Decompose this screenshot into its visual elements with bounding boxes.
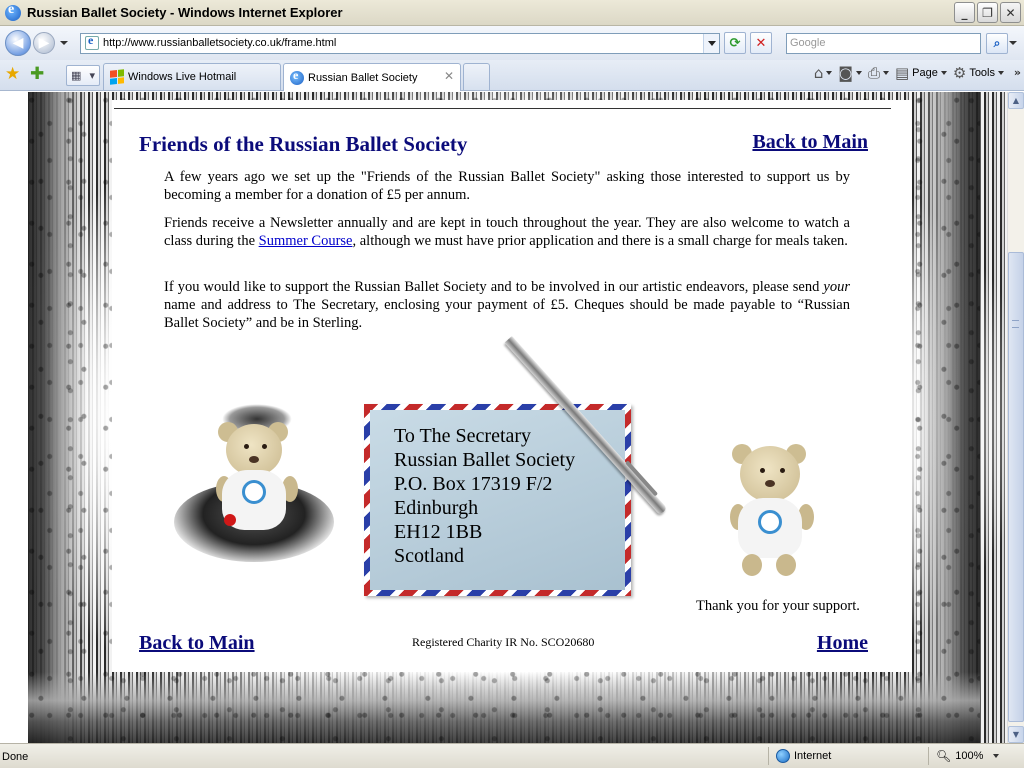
tab-russian-ballet[interactable]: Russian Ballet Society ✕ bbox=[283, 63, 461, 91]
tab-close-icon[interactable]: ✕ bbox=[444, 69, 454, 83]
globe-icon bbox=[776, 749, 790, 763]
tutu-bear-image bbox=[170, 404, 340, 584]
status-text: Done bbox=[2, 751, 29, 763]
window-titlebar: Russian Ballet Society - Windows Interne… bbox=[0, 0, 1024, 26]
newsletter-paragraph: Friends receive a Newsletter annually an… bbox=[164, 214, 850, 250]
window-controls: _ ❐ ✕ bbox=[954, 2, 1021, 23]
tools-menu-label: Tools bbox=[969, 67, 995, 79]
security-zone[interactable]: Internet bbox=[776, 749, 831, 763]
page-menu[interactable]: ▤ Page bbox=[895, 64, 947, 82]
envelope-address: To The Secretary Russian Ballet Society … bbox=[370, 410, 625, 590]
refresh-button[interactable]: ⟳ bbox=[724, 32, 746, 54]
more-chevron-icon[interactable]: » bbox=[1014, 66, 1021, 79]
zoom-magnifier-icon: 🔍︎ bbox=[936, 749, 952, 763]
left-margin bbox=[0, 92, 28, 743]
print-menu[interactable]: ⎙ bbox=[868, 64, 889, 82]
ie-logo-icon bbox=[5, 2, 21, 21]
address-dropdown-icon[interactable] bbox=[703, 33, 719, 53]
ie-icon bbox=[290, 68, 304, 85]
paragraph-text: , although we must have prior applicatio… bbox=[352, 233, 848, 249]
window-title: Russian Ballet Society - Windows Interne… bbox=[27, 5, 343, 20]
minimize-button[interactable]: _ bbox=[954, 2, 975, 23]
tab-label: Russian Ballet Society bbox=[308, 71, 418, 84]
search-input[interactable]: Google bbox=[786, 32, 981, 54]
paragraph-text: name and address to The Secretary, enclo… bbox=[164, 297, 850, 331]
page-icon bbox=[85, 33, 99, 50]
forward-button[interactable]: ▶ bbox=[33, 32, 55, 54]
search-button[interactable]: ⌕ bbox=[986, 32, 1008, 54]
page-viewport: Friends of the Russian Ballet Society Ba… bbox=[0, 92, 1007, 743]
stop-button[interactable]: ✕ bbox=[750, 32, 772, 54]
address-line: Edinburgh bbox=[394, 497, 479, 519]
maximize-button[interactable]: ❐ bbox=[977, 2, 998, 23]
printer-icon: ⎙ bbox=[867, 64, 880, 82]
tab-label: Windows Live Hotmail bbox=[128, 71, 237, 83]
home-icon: ⌂ bbox=[813, 64, 824, 82]
charity-number: Registered Charity IR No. SCO20680 bbox=[412, 635, 595, 649]
search-options-dropdown[interactable] bbox=[1008, 33, 1018, 54]
zoom-dropdown-icon[interactable] bbox=[993, 754, 1000, 758]
content-panel: Friends of the Russian Ballet Society Ba… bbox=[112, 100, 912, 672]
command-bar: ⌂ ◙ ⎙ ▤ Page ⚙ Tools bbox=[814, 64, 1004, 82]
paragraph-text: If you would like to support the Russian… bbox=[164, 279, 824, 295]
new-tab-button[interactable] bbox=[463, 63, 490, 90]
scroll-grip bbox=[1012, 320, 1019, 328]
address-url[interactable]: http://www.russianballetsociety.co.uk/fr… bbox=[103, 37, 703, 49]
tools-menu[interactable]: ⚙ Tools bbox=[953, 64, 1004, 82]
white-shirt-bear-image bbox=[724, 440, 834, 590]
home-menu[interactable]: ⌂ bbox=[814, 64, 833, 82]
tab-toolbar: ★ ✚ ▦▾ Windows Live Hotmail Russian Ball… bbox=[0, 60, 1024, 91]
zoom-control[interactable]: 🔍︎ 100% bbox=[936, 749, 1000, 763]
home-link[interactable]: Home bbox=[817, 632, 868, 655]
quick-tabs-button[interactable]: ▦ ▾ bbox=[66, 65, 100, 86]
rss-icon: ◙ bbox=[838, 64, 853, 82]
address-line: EH12 1BB bbox=[394, 521, 483, 543]
back-to-main-link-bottom[interactable]: Back to Main bbox=[139, 632, 255, 655]
page-title: Friends of the Russian Ballet Society bbox=[139, 132, 468, 156]
summer-course-link[interactable]: Summer Course bbox=[259, 233, 353, 249]
address-line: Russian Ballet Society bbox=[394, 449, 576, 471]
scroll-down-button[interactable]: ▼ bbox=[1008, 726, 1024, 743]
scroll-up-button[interactable]: ▲ bbox=[1008, 92, 1024, 109]
back-to-main-link-top[interactable]: Back to Main bbox=[752, 131, 868, 154]
status-divider bbox=[928, 747, 929, 765]
support-paragraph: If you would like to support the Russian… bbox=[164, 278, 850, 332]
favorites-star-icon[interactable]: ★ bbox=[5, 64, 20, 84]
top-rule bbox=[114, 108, 891, 109]
add-favorite-icon[interactable]: ✚ bbox=[30, 64, 44, 84]
zoom-level: 100% bbox=[955, 750, 984, 762]
page-menu-label: Page bbox=[912, 67, 938, 79]
status-bar: Done Internet 🔍︎ 100% bbox=[0, 743, 1024, 768]
address-line: P.O. Box 17319 F/2 bbox=[394, 473, 553, 495]
vertical-scrollbar[interactable]: ▲ ▼ bbox=[1007, 92, 1024, 743]
page-icon: ▤ bbox=[894, 64, 910, 82]
feeds-menu[interactable]: ◙ bbox=[838, 64, 862, 82]
thanks-text: Thank you for your support. bbox=[696, 598, 860, 614]
emphasis-text: your bbox=[823, 279, 850, 295]
address-line: Scotland bbox=[394, 545, 464, 567]
address-toolbar: ◀ ▶ http://www.russianballetsociety.co.u… bbox=[0, 26, 1024, 60]
back-button[interactable]: ◀ bbox=[5, 30, 31, 56]
windows-flag-icon bbox=[110, 69, 124, 85]
status-divider bbox=[768, 747, 769, 765]
zone-label: Internet bbox=[794, 750, 832, 762]
recent-pages-dropdown[interactable] bbox=[60, 41, 68, 45]
address-bar[interactable]: http://www.russianballetsociety.co.uk/fr… bbox=[80, 32, 720, 54]
close-button[interactable]: ✕ bbox=[1000, 2, 1021, 23]
gear-icon: ⚙ bbox=[952, 64, 967, 82]
tab-hotmail[interactable]: Windows Live Hotmail bbox=[103, 63, 281, 90]
intro-paragraph: A few years ago we set up the "Friends o… bbox=[164, 169, 850, 203]
